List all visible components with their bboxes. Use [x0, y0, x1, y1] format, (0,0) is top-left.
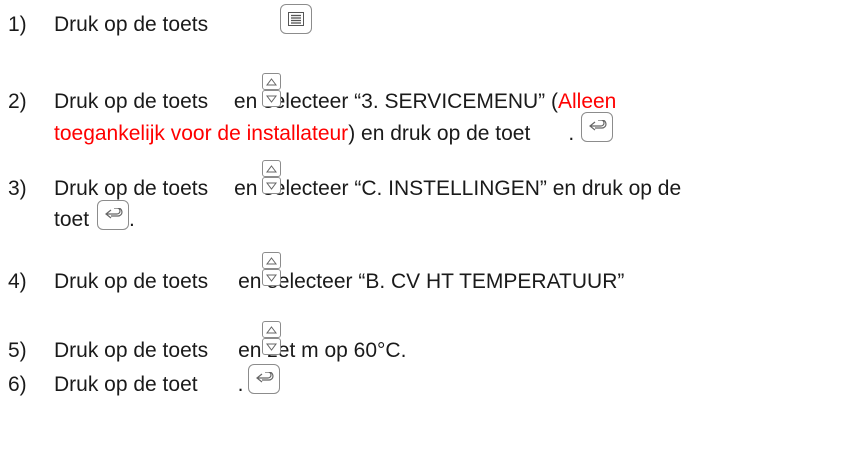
step-4: 4) Druk op de toets en selecteer “B. CV HT… [8, 270, 624, 294]
down-key-button [262, 177, 281, 194]
instruction-document: 1) Druk op de toets 2) Druk op de toets en… [0, 0, 857, 471]
menu-key-button [280, 4, 312, 34]
step-text: . [568, 122, 575, 145]
enter-key-button [581, 112, 613, 142]
step-text: . [129, 208, 135, 231]
return-arrow-icon [587, 120, 607, 134]
triangle-up-icon [266, 256, 277, 265]
triangle-down-icon [266, 343, 277, 351]
step-5: 5) Druk op de toets en zet m op 60°C. [8, 339, 406, 363]
step-6: 6) Druk op de toet. [8, 373, 243, 397]
step-warning-text: Alleen [557, 90, 617, 113]
step-number: 4) [8, 270, 27, 293]
step-2-line-1: 2) Druk op de toets en selecteer “3. SERV… [8, 90, 616, 114]
up-key-button [262, 252, 281, 269]
up-key-button [262, 321, 281, 338]
step-text: toet [54, 208, 90, 231]
step-text: Druk op de toets [54, 270, 209, 293]
triangle-up-icon [266, 77, 277, 86]
return-arrow-icon [254, 372, 274, 386]
step-number: 2) [8, 90, 27, 113]
step-1: 1) Druk op de toets [8, 13, 208, 37]
step-text: Druk op de toets [54, 90, 209, 113]
triangle-up-icon [266, 164, 277, 173]
down-key-button [262, 90, 281, 107]
return-arrow-icon [103, 208, 123, 222]
triangle-down-icon [266, 182, 277, 190]
step-3-line-1: 3) Druk op de toets en selecteer “C. INSTE… [8, 177, 681, 201]
step-number: 5) [8, 339, 27, 362]
step-number: 6) [8, 373, 27, 396]
triangle-up-icon [266, 325, 277, 334]
step-text: . [237, 373, 244, 396]
step-number: 1) [8, 13, 27, 36]
step-2-line-2: toegankelijk voor de installateur) en dr… [54, 122, 574, 146]
step-text: ) en druk op de toet [348, 122, 531, 145]
triangle-down-icon [266, 274, 277, 282]
down-key-button [262, 338, 281, 355]
down-key-button [262, 269, 281, 286]
enter-key-button [248, 364, 280, 394]
step-text: Druk op de toet [54, 373, 198, 396]
step-text: Druk op de toets [54, 177, 209, 200]
step-text: Druk op de toets [54, 13, 209, 36]
triangle-down-icon [266, 95, 277, 103]
up-key-button [262, 160, 281, 177]
up-key-button [262, 73, 281, 90]
step-number: 3) [8, 177, 27, 200]
list-menu-icon [288, 12, 304, 26]
step-text: en selecteer “B. CV HT TEMPERATUUR” [238, 270, 625, 293]
enter-key-button [97, 200, 129, 230]
step-text: Druk op de toets [54, 339, 209, 362]
step-warning-text: toegankelijk voor de installateur [54, 122, 349, 145]
step-text: en selecteer “C. INSTELLINGEN” en druk o… [234, 177, 682, 200]
